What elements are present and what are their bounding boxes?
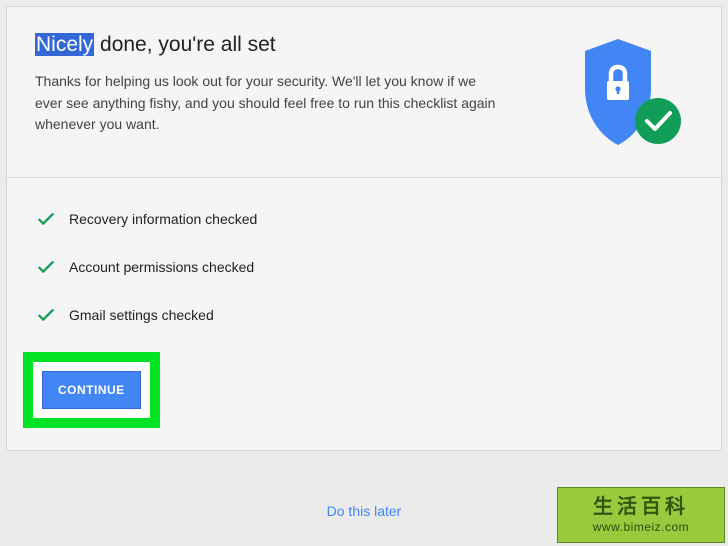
checklist-label: Account permissions checked	[69, 259, 254, 275]
checklist-item: Recovery information checked	[35, 208, 693, 230]
checklist-item: Account permissions checked	[35, 256, 693, 278]
watermark-title: 生活百科	[593, 496, 689, 518]
checklist-section: Recovery information checked Account per…	[7, 178, 721, 450]
page-title: Nicely done, you're all set	[35, 33, 505, 57]
title-rest: done, you're all set	[94, 33, 275, 56]
security-checkup-card: Nicely done, you're all set Thanks for h…	[6, 6, 722, 451]
watermark-url: www.bimeiz.com	[593, 520, 689, 534]
watermark-badge: 生活百科 www.bimeiz.com	[557, 487, 725, 543]
checklist-item: Gmail settings checked	[35, 304, 693, 326]
title-highlighted-word: Nicely	[35, 33, 94, 56]
continue-highlight-box: CONTINUE	[23, 352, 160, 428]
continue-button[interactable]: CONTINUE	[42, 371, 141, 409]
checklist-label: Gmail settings checked	[69, 307, 214, 323]
checkmark-icon	[35, 304, 57, 326]
continue-inner-box: CONTINUE	[33, 362, 150, 418]
header-section: Nicely done, you're all set Thanks for h…	[7, 7, 721, 178]
checkmark-icon	[35, 208, 57, 230]
shield-icon	[573, 33, 683, 153]
checkmark-icon	[35, 256, 57, 278]
page-description: Thanks for helping us look out for your …	[35, 71, 505, 136]
checklist-label: Recovery information checked	[69, 211, 257, 227]
